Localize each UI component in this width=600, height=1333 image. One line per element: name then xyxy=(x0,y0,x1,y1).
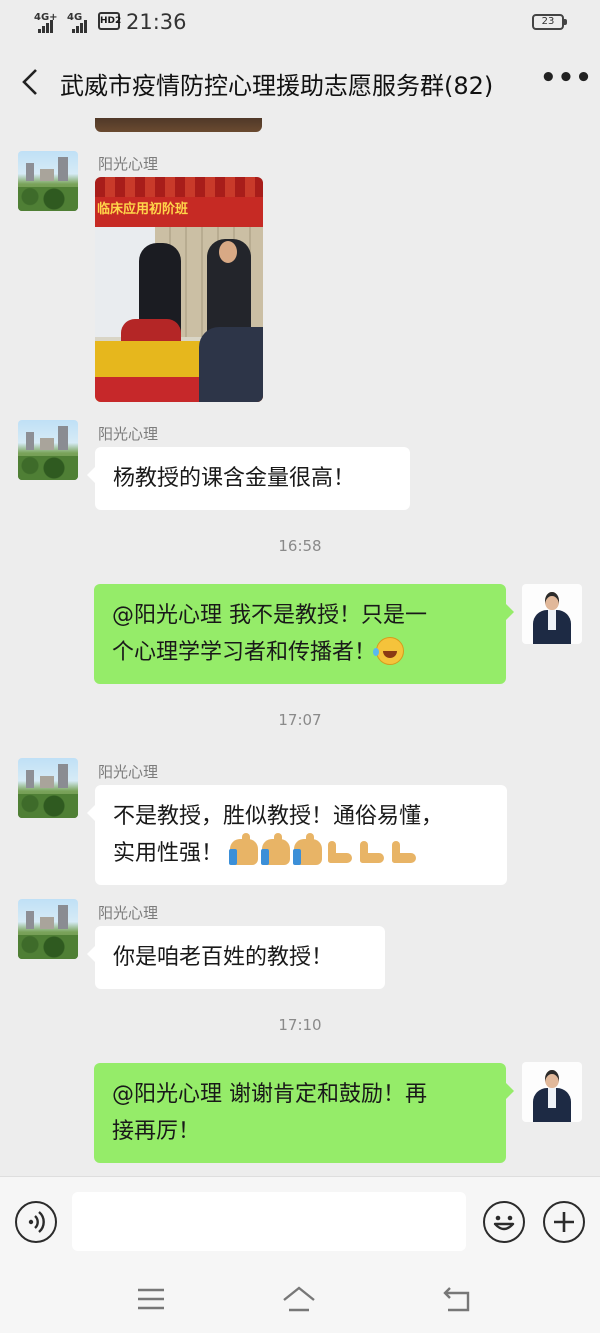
message-bubble[interactable]: 不是教授，胜似教授！通俗易懂， 实用性强！ xyxy=(87,785,507,885)
message-input[interactable] xyxy=(72,1192,466,1251)
message-bubble[interactable]: @阳光心理 谢谢肯定和鼓励！再 接再厉！ xyxy=(94,1063,514,1163)
hd-voice-badge: HD2 xyxy=(98,12,121,30)
avatar[interactable] xyxy=(18,151,78,211)
message-bubble[interactable]: 杨教授的课含金量很高！ xyxy=(87,447,410,510)
battery-icon: 23 xyxy=(532,14,567,30)
message-text-line: 实用性强！ xyxy=(113,841,224,866)
chat-message-list[interactable]: 阳光心理 临床应用初阶班 阳光心理 杨教授的课含金量很高！ 16:58 @阳光心… xyxy=(0,118,600,1176)
photo-banner-text: 临床应用初阶班 xyxy=(95,197,263,227)
flexed-biceps-emoji-icon xyxy=(326,839,354,865)
back-nav-icon[interactable] xyxy=(440,1282,474,1316)
status-bar: 4G+ 4G HD2 21:36 23 xyxy=(0,0,600,46)
flexed-biceps-emoji-icon xyxy=(358,839,386,865)
message-text-line: 个心理学学习者和传播者！ xyxy=(112,640,377,665)
previous-image-message[interactable] xyxy=(95,118,262,132)
photo-message[interactable]: 临床应用初阶班 xyxy=(95,177,263,402)
plus-icon[interactable] xyxy=(543,1201,585,1243)
avatar[interactable] xyxy=(18,420,78,480)
flexed-biceps-emoji-icon xyxy=(390,839,418,865)
chat-header: 武威市疫情防控心理援助志愿服务群(82) ••• xyxy=(0,46,600,118)
timestamp: 17:10 xyxy=(278,1016,322,1034)
message-bubble[interactable]: 你是咱老百姓的教授！ xyxy=(87,926,385,989)
laughing-tears-emoji-icon xyxy=(373,637,405,665)
sender-name: 阳光心理 xyxy=(98,425,159,443)
message-text-line: 不是教授，胜似教授！通俗易懂， xyxy=(113,804,444,829)
avatar[interactable] xyxy=(18,899,78,959)
status-time: 21:36 xyxy=(126,10,187,34)
system-nav-bar xyxy=(0,1266,600,1333)
signal-bars-icon xyxy=(38,19,54,33)
group-title: 武威市疫情防控心理援助志愿服务群(82) xyxy=(60,72,494,100)
more-options-icon[interactable]: ••• xyxy=(540,65,592,94)
sender-name: 阳光心理 xyxy=(98,763,159,781)
menu-icon[interactable] xyxy=(134,1282,168,1316)
thumbs-up-emoji-icon xyxy=(229,833,259,865)
timestamp: 16:58 xyxy=(278,537,322,555)
message-text: 你是咱老百姓的教授！ xyxy=(113,945,334,970)
avatar[interactable] xyxy=(18,758,78,818)
avatar[interactable] xyxy=(522,584,582,644)
home-icon[interactable] xyxy=(282,1282,316,1316)
sender-name: 阳光心理 xyxy=(98,155,159,173)
back-arrow-icon[interactable] xyxy=(14,64,50,100)
message-text-line: @阳光心理 我不是教授！只是一 xyxy=(112,603,427,628)
input-bar xyxy=(0,1176,600,1266)
signal-bars-icon xyxy=(72,19,88,33)
emoji-icon[interactable] xyxy=(483,1201,525,1243)
message-text: 杨教授的课含金量很高！ xyxy=(113,466,356,491)
message-bubble[interactable]: @阳光心理 我不是教授！只是一 个心理学学习者和传播者！ xyxy=(94,584,514,684)
voice-icon[interactable] xyxy=(15,1201,57,1243)
message-text-line: 接再厉！ xyxy=(112,1119,201,1144)
thumbs-up-emoji-icon xyxy=(293,833,323,865)
message-text-line: @阳光心理 谢谢肯定和鼓励！再 xyxy=(112,1082,427,1107)
thumbs-up-emoji-icon xyxy=(261,833,291,865)
timestamp: 17:07 xyxy=(278,711,322,729)
sender-name: 阳光心理 xyxy=(98,904,159,922)
avatar[interactable] xyxy=(522,1062,582,1122)
